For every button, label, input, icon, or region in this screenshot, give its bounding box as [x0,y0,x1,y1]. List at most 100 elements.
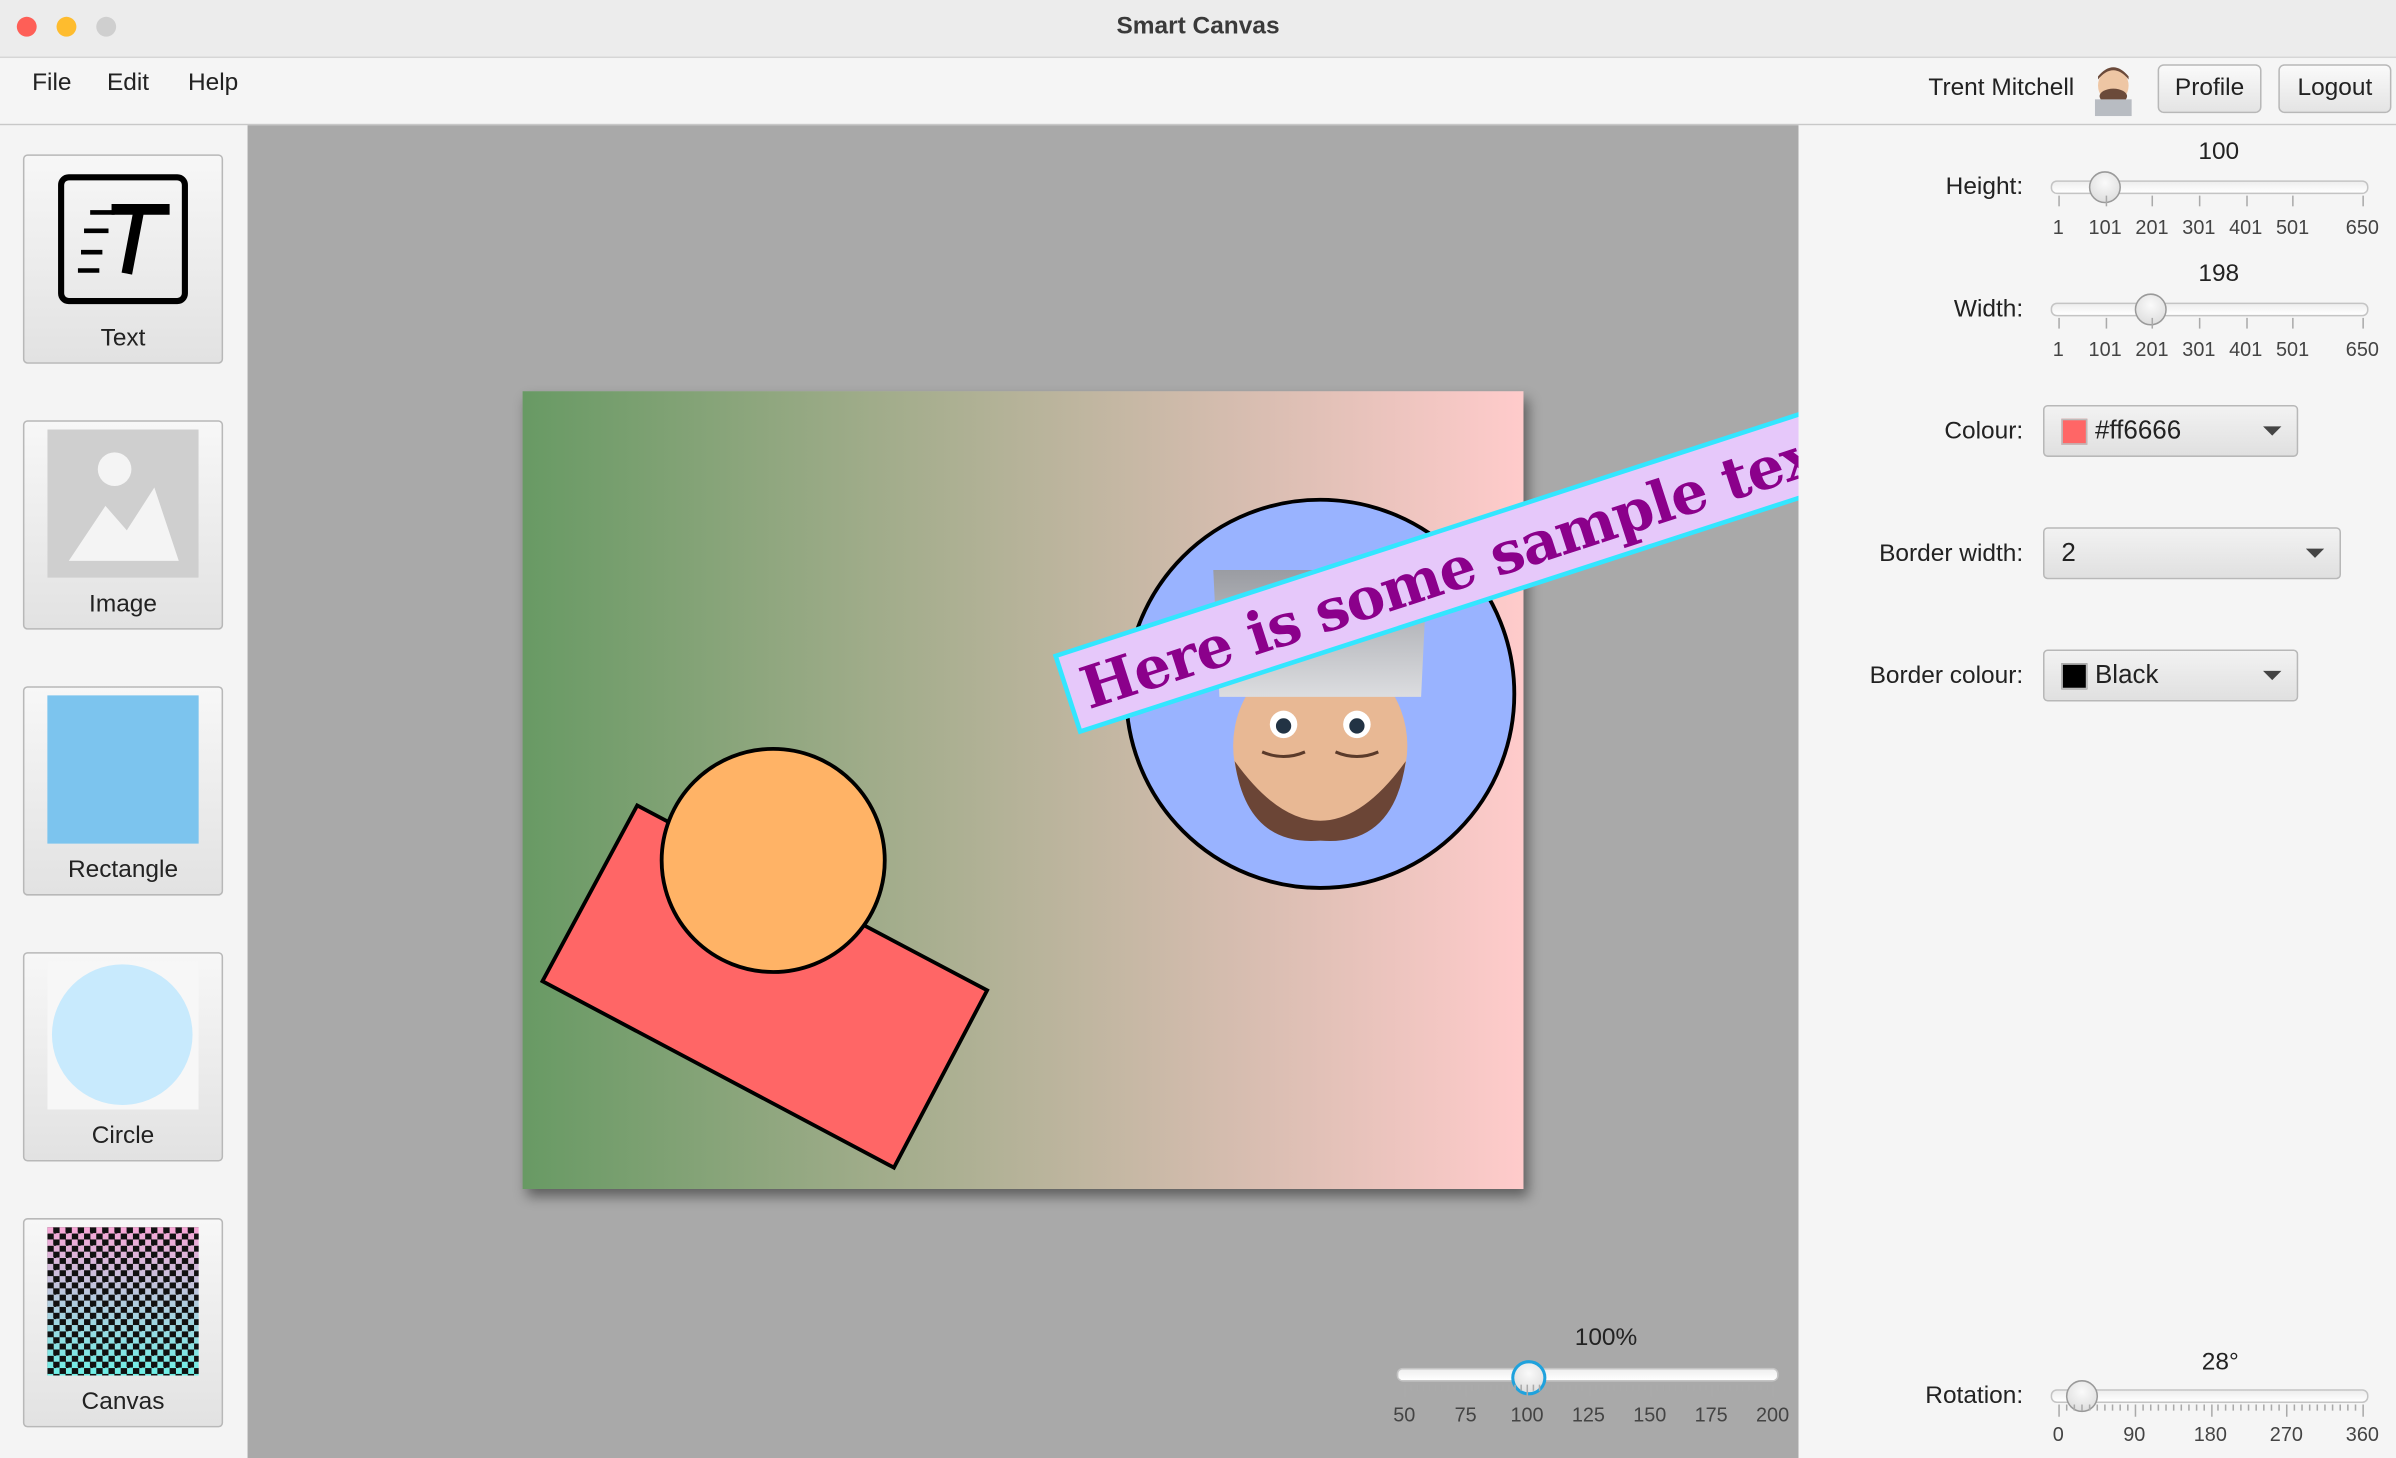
border-colour-label: Border colour: [1869,663,2024,690]
slider-tick [1496,1384,1498,1391]
drawing-canvas[interactable]: Here is some sample text [522,391,1868,1190]
circle-icon [47,961,199,1110]
slider-tick [2058,195,2060,207]
slider-tick [1766,1384,1768,1391]
border-width-dropdown[interactable]: 2 [2043,527,2341,580]
text-tool-icon [58,174,188,305]
slider-tick [1520,1384,1523,1391]
slider-tick [1741,1384,1744,1391]
slider-tick [1416,1384,1419,1391]
logout-button[interactable]: Logout [2278,64,2392,114]
slider-tick [1717,1384,1719,1391]
slider-tick [2217,1404,2220,1411]
slider-tick [2301,1404,2304,1411]
rotation-slider[interactable] [2050,1389,2369,1403]
slider-tick [1404,1384,1406,1397]
border-width-value: 2 [2061,537,2076,567]
colour-dropdown[interactable]: #ff6666 [2043,404,2299,457]
slider-tick [2126,1404,2129,1411]
menu-edit[interactable]: Edit [107,70,149,98]
slider-tick [1686,1384,1689,1391]
slider-tick [2157,1404,2159,1411]
slider-tick [1612,1384,1615,1391]
slider-tick [2245,317,2248,329]
slider-tick [2286,1404,2288,1417]
zoom-slider-thumb[interactable] [1511,1360,1547,1396]
tool-canvas[interactable]: Canvas [22,1218,224,1428]
slider-tick [1527,1384,1529,1397]
slider-tick [2151,195,2154,207]
slider-tick [1754,1384,1756,1391]
border-colour-dropdown[interactable]: Black [2043,649,2299,702]
slider-tick [1606,1384,1609,1391]
slider-tick [1680,1384,1683,1391]
slider-tick [1649,1384,1652,1397]
slider-tick [2058,317,2060,329]
slider-tick [1471,1384,1474,1391]
slider-tick-label: 175 [1694,1402,1728,1426]
slider-tick [1729,1384,1732,1391]
menu-help[interactable]: Help [188,70,238,98]
slider-tick [2339,1404,2342,1411]
tool-label: Image [89,591,157,618]
slider-tick [2255,1404,2258,1411]
slider-tick [1441,1384,1443,1391]
slider-tick [2119,1404,2121,1411]
slider-tick [2198,195,2201,207]
tool-circle[interactable]: Circle [22,952,224,1162]
tool-image[interactable]: Image [22,420,224,630]
slider-tick-label: 301 [2182,215,2216,239]
slider-tick [1453,1384,1455,1391]
width-slider-thumb[interactable] [2134,293,2167,326]
slider-tick [2141,1404,2144,1411]
slider-tick [2096,1404,2098,1411]
slider-tick-label: 301 [2182,337,2216,361]
chevron-down-icon [2263,426,2282,436]
slider-tick-label: 101 [2088,337,2122,361]
slider-tick-label: 101 [2088,215,2122,239]
slider-tick [1588,1384,1590,1397]
zoom-slider[interactable] [1396,1367,1779,1382]
slider-tick-label: 201 [2135,215,2169,239]
slider-tick-label: 401 [2229,337,2263,361]
slider-tick [1484,1384,1486,1391]
slider-tick [2233,1404,2235,1411]
slider-tick [1551,1384,1554,1391]
slider-tick [2362,317,2364,329]
slider-tick [2065,1404,2068,1411]
slider-tick [2309,1404,2311,1411]
width-label: Width: [1953,296,2024,323]
slider-tick [1447,1384,1449,1391]
chevron-down-icon [2305,548,2325,558]
slider-tick [1705,1384,1707,1391]
slider-tick [1735,1384,1738,1391]
border-colour-swatch [2061,663,2088,690]
slider-tick [1422,1384,1425,1391]
slider-tick [2293,1404,2296,1411]
slider-tick-label: 501 [2275,215,2310,239]
slider-tick-label: 1 [2052,215,2064,239]
slider-tick [1772,1384,1775,1397]
slider-tick [1557,1384,1560,1391]
profile-button[interactable]: Profile [2157,64,2262,114]
slider-tick-label: 270 [2269,1422,2303,1446]
circle-shape[interactable] [659,746,887,974]
slider-tick [2316,1404,2319,1411]
border-colour-value: Black [2094,660,2159,690]
colour-value: #ff6666 [2094,415,2182,445]
slider-tick [2331,1404,2334,1411]
width-slider[interactable] [2050,302,2369,317]
menu-file[interactable]: File [32,70,71,98]
slider-tick [2263,1404,2266,1411]
slider-tick [1674,1384,1676,1391]
slider-tick [2164,1404,2167,1411]
colour-label: Colour: [1944,418,2024,445]
slider-tick-label: 401 [2229,215,2263,239]
slider-tick [1643,1384,1646,1391]
tool-label: Circle [91,1123,155,1150]
tool-text[interactable]: Text [22,154,224,364]
avatar [2094,67,2132,117]
tool-rectangle[interactable]: Rectangle [22,686,224,896]
tool-label: Text [100,325,146,352]
slider-tick [1747,1384,1750,1391]
